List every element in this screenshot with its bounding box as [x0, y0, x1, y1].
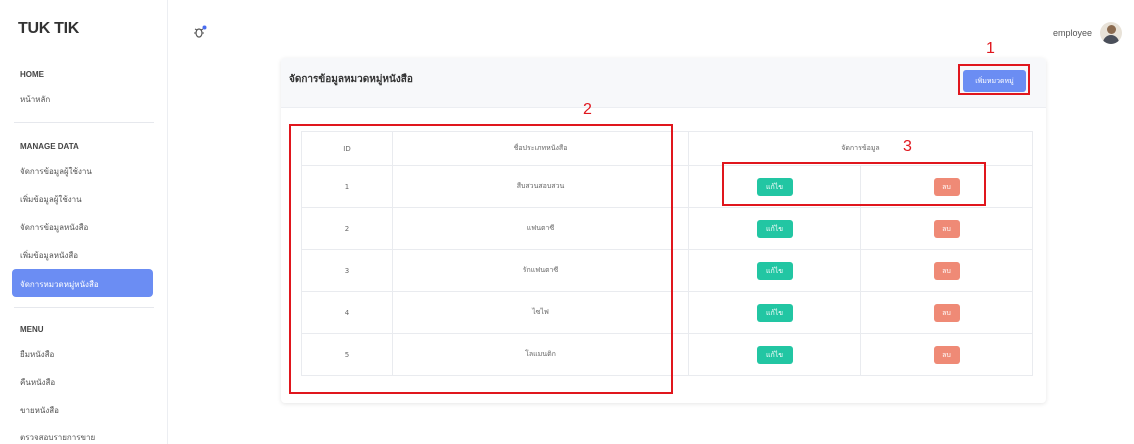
sidebar-item-home[interactable]: หน้าหลัก: [20, 93, 50, 106]
annotation-number: 1: [986, 40, 995, 57]
annotation-number: 2: [583, 101, 592, 118]
annotation-number: 3: [903, 138, 912, 155]
avatar[interactable]: [1100, 22, 1122, 44]
edit-button[interactable]: แก้ไข: [756, 345, 793, 364]
sidebar-item-manage-categories[interactable]: จัดการหมวดหมู่หนังสือ: [12, 269, 153, 297]
sidebar-item-manage-books[interactable]: จัดการข้อมูลหนังสือ: [20, 221, 88, 234]
edit-button[interactable]: แก้ไข: [756, 219, 793, 238]
sidebar-item-add-book[interactable]: เพิ่มข้อมูลหนังสือ: [20, 249, 78, 262]
section-title-home: HOME: [20, 70, 44, 79]
sidebar-item-sell[interactable]: ขายหนังสือ: [20, 404, 59, 417]
sidebar-item-label: จัดการหมวดหมู่หนังสือ: [20, 280, 99, 289]
column-header-actions: จัดการข้อมูล: [688, 131, 1033, 166]
sidebar-item-return[interactable]: คืนหนังสือ: [20, 376, 55, 389]
divider: [14, 307, 154, 308]
user-name: employee: [1052, 28, 1092, 38]
section-title-menu: MENU: [20, 325, 44, 334]
annotation-box-table: [289, 124, 673, 394]
sidebar-item-add-user[interactable]: เพิ่มข้อมูลผู้ใช้งาน: [20, 193, 82, 206]
sidebar-item-borrow[interactable]: ยืมหนังสือ: [20, 348, 54, 361]
delete-button[interactable]: ลบ: [933, 345, 960, 364]
delete-button[interactable]: ลบ: [933, 219, 960, 238]
annotation-box-actions: [722, 162, 986, 206]
card-header: จัดการข้อมูลหมวดหมู่หนังสือ เพิ่มหมวดหมู…: [281, 58, 1046, 108]
bug-icon[interactable]: [193, 24, 207, 38]
user-menu[interactable]: employee: [1053, 22, 1122, 44]
sidebar-item-manage-users[interactable]: จัดการข้อมูลผู้ใช้งาน: [20, 165, 92, 178]
page-title: จัดการข้อมูลหมวดหมู่หนังสือ: [289, 74, 413, 85]
section-title-manage-data: MANAGE DATA: [20, 142, 79, 151]
divider: [14, 122, 154, 123]
annotation-box-add-button: [958, 64, 1030, 95]
edit-button[interactable]: แก้ไข: [756, 303, 793, 322]
delete-button[interactable]: ลบ: [933, 303, 960, 322]
sidebar-item-sales-report[interactable]: ตรวจสอบรายการขาย: [20, 431, 95, 444]
brand-logo[interactable]: TUK TIK: [18, 20, 79, 38]
edit-button[interactable]: แก้ไข: [756, 261, 793, 280]
delete-button[interactable]: ลบ: [933, 261, 960, 280]
sidebar: TUK TIK HOME หน้าหลัก MANAGE DATA จัดการ…: [0, 0, 168, 444]
